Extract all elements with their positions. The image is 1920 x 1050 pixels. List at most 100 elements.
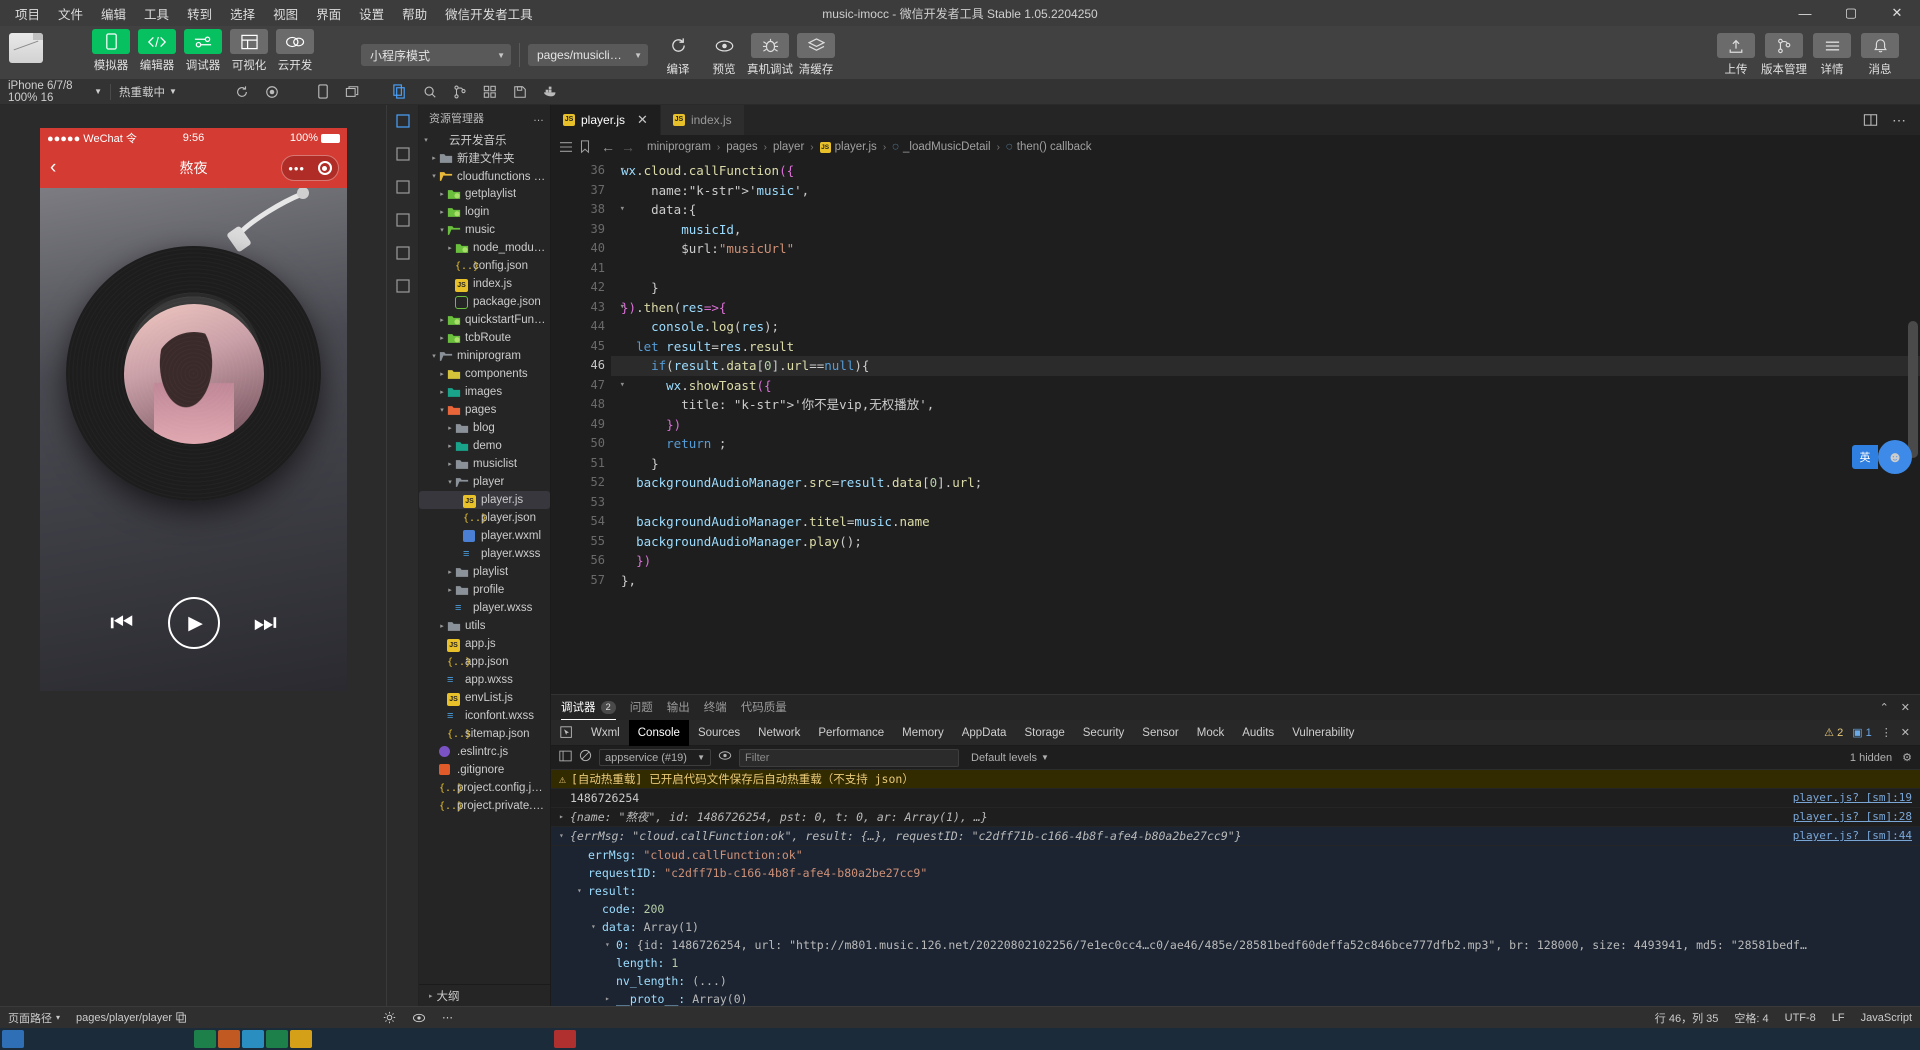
tree-item[interactable]: ▸ blog [419, 419, 550, 437]
toolbar-action-3[interactable]: 清缓存 [794, 33, 838, 77]
tree-item[interactable]: ▾ pages [419, 401, 550, 419]
tree-item[interactable]: ▸ quickstartFunctions [419, 311, 550, 329]
devtools-tab-network[interactable]: Network [749, 720, 809, 746]
code-line[interactable]: console.log(res); [611, 317, 1920, 337]
nav-back-icon[interactable]: ← [601, 139, 615, 155]
taskbar-item[interactable] [2, 1030, 24, 1048]
console-detail-7[interactable]: nv_length: (...) [551, 972, 1920, 990]
code-line[interactable]: } [611, 278, 1920, 298]
menu-item-8[interactable]: 设置 [350, 0, 393, 27]
tree-chevron-icon[interactable]: ▾ [429, 172, 439, 180]
explorer-save-button[interactable] [505, 79, 535, 105]
tree-item[interactable]: ▸≡iconfont.wxss [419, 707, 550, 725]
code-line[interactable]: title: "k-str">'你不是vip,无权播放', [611, 395, 1920, 415]
ime-float-ball[interactable]: 英 ☻ [1852, 440, 1912, 474]
menu-item-10[interactable]: 微信开发者工具 [436, 0, 542, 27]
tree-item[interactable]: ▸≡player.wxss [419, 545, 550, 563]
tree-item[interactable]: ▸JSenvList.js [419, 689, 550, 707]
editor-more-icon[interactable]: ⋯ [1892, 112, 1906, 129]
code-line[interactable]: }).then(res=>{ [611, 298, 1920, 318]
debugger-tab-0[interactable]: 调试器 2 [561, 695, 616, 720]
expand-arrow-icon[interactable]: ▾ [577, 882, 588, 900]
tree-item[interactable]: ▾ music [419, 221, 550, 239]
toolbar-mode-0[interactable]: 模拟器 [91, 29, 131, 73]
tree-item[interactable]: ▸ tcbRoute [419, 329, 550, 347]
toolbar-action-0[interactable]: 编译 [656, 33, 700, 77]
inspect-element-icon[interactable] [551, 720, 582, 746]
tree-chevron-icon[interactable]: ▾ [421, 136, 431, 144]
minimize-button[interactable]: — [1782, 0, 1828, 26]
status-right-4[interactable]: JavaScript [1853, 1007, 1920, 1029]
devtools-tab-performance[interactable]: Performance [809, 720, 893, 746]
tree-item[interactable]: ▸≡app.wxss [419, 671, 550, 689]
code-line[interactable]: }) [611, 415, 1920, 435]
code-line[interactable]: return ; [611, 434, 1920, 454]
console-sidebar-toggle[interactable] [559, 749, 572, 767]
tree-item[interactable]: ▾ miniprogram [419, 347, 550, 365]
toolbar-right-2[interactable]: 详情 [1810, 33, 1854, 77]
explorer-files-button[interactable] [384, 79, 415, 105]
expand-arrow-icon[interactable]: ▸ [605, 990, 616, 1006]
copy-icon[interactable] [176, 1012, 187, 1023]
sim-record-button[interactable] [257, 79, 287, 105]
console-detail-4[interactable]: ▾ data: Array(1) [551, 918, 1920, 936]
tree-item[interactable]: ▸JSapp.js [419, 635, 550, 653]
tree-item[interactable]: ▸ demo [419, 437, 550, 455]
split-editor-icon[interactable] [1863, 113, 1878, 127]
breadcrumb-item-1[interactable]: pages [726, 141, 757, 153]
status-preview-button[interactable] [404, 1007, 434, 1029]
tree-chevron-icon[interactable]: ▸ [445, 424, 455, 432]
menu-item-1[interactable]: 文件 [49, 0, 92, 27]
tree-item[interactable]: ▸ utils [419, 617, 550, 635]
warning-count[interactable]: ⚠ 2 [1824, 726, 1843, 739]
outline-section[interactable]: ▸ 大纲 [419, 984, 550, 1006]
menu-item-9[interactable]: 帮助 [393, 0, 436, 27]
tree-chevron-icon[interactable]: ▸ [437, 190, 447, 198]
code-line[interactable]: musicId, [611, 220, 1920, 240]
code-line[interactable]: wx.showToast({ [611, 376, 1920, 396]
toolbar-right-0[interactable]: 上传 [1714, 33, 1758, 77]
list-icon[interactable] [559, 141, 573, 153]
project-logo[interactable] [9, 33, 43, 63]
source-control-icon[interactable] [393, 177, 413, 197]
tree-item[interactable]: ▸JSindex.js [419, 275, 550, 293]
menu-item-7[interactable]: 界面 [307, 0, 350, 27]
console-filter-input[interactable]: Filter [739, 748, 959, 767]
devtools-more-icon[interactable]: ⋮ [1881, 726, 1892, 739]
info-count[interactable]: ▣ 1 [1852, 726, 1872, 739]
console-detail-2[interactable]: ▾ result: [551, 882, 1920, 900]
toolbar-mode-4[interactable]: 云开发 [275, 29, 315, 73]
tree-chevron-icon[interactable]: ▾ [429, 352, 439, 360]
tree-item[interactable]: ▾ player [419, 473, 550, 491]
console-settings-icon[interactable]: ⚙ [1902, 751, 1912, 764]
status-right-3[interactable]: LF [1824, 1007, 1853, 1029]
console-detail-6[interactable]: length: 1 [551, 954, 1920, 972]
debugger-tab-4[interactable]: 代码质量 [741, 695, 787, 720]
devtools-close-icon[interactable]: ✕ [1901, 726, 1910, 739]
tree-item[interactable]: ▸ musiclist [419, 455, 550, 473]
toolbar-mode-3[interactable]: 可视化 [229, 29, 269, 73]
sim-rotate-button[interactable] [227, 79, 257, 105]
file-tree[interactable]: ▾ 云开发音乐 ▸ 新建文件夹 ▾ cloudfunctions | 当前... ▸ getp… [419, 131, 550, 984]
toolbar-mode-2[interactable]: 调试器 [183, 29, 223, 73]
taskbar-item[interactable] [194, 1030, 216, 1048]
sim-window-button[interactable] [337, 79, 368, 105]
devtools-tab-appdata[interactable]: AppData [953, 720, 1016, 746]
editor-scrollbar[interactable] [1908, 163, 1918, 690]
tree-item[interactable]: ▸ 新建文件夹 [419, 149, 550, 167]
tree-chevron-icon[interactable]: ▸ [445, 244, 455, 252]
console-detail-3[interactable]: code: 200 [551, 900, 1920, 918]
tree-chevron-icon[interactable]: ▸ [437, 316, 447, 324]
tree-item[interactable]: ▸{..}app.json [419, 653, 550, 671]
code-line[interactable]: name:"k-str">'music', [611, 181, 1920, 201]
devtools-tab-vulnerability[interactable]: Vulnerability [1283, 720, 1363, 746]
tree-item[interactable]: ▸ node_modules [419, 239, 550, 257]
collapse-icon[interactable]: ⌃ [1880, 701, 1889, 714]
tree-item[interactable]: ▸ images [419, 383, 550, 401]
toolbar-right-3[interactable]: 消息 [1858, 33, 1902, 77]
tree-item[interactable]: ▸{..}player.json [419, 509, 550, 527]
tree-chevron-icon[interactable]: ▸ [445, 586, 455, 594]
tree-chevron-icon[interactable]: ▸ [437, 208, 447, 216]
tree-chevron-icon[interactable]: ▸ [445, 460, 455, 468]
debugger-tab-1[interactable]: 问题 [630, 695, 653, 720]
